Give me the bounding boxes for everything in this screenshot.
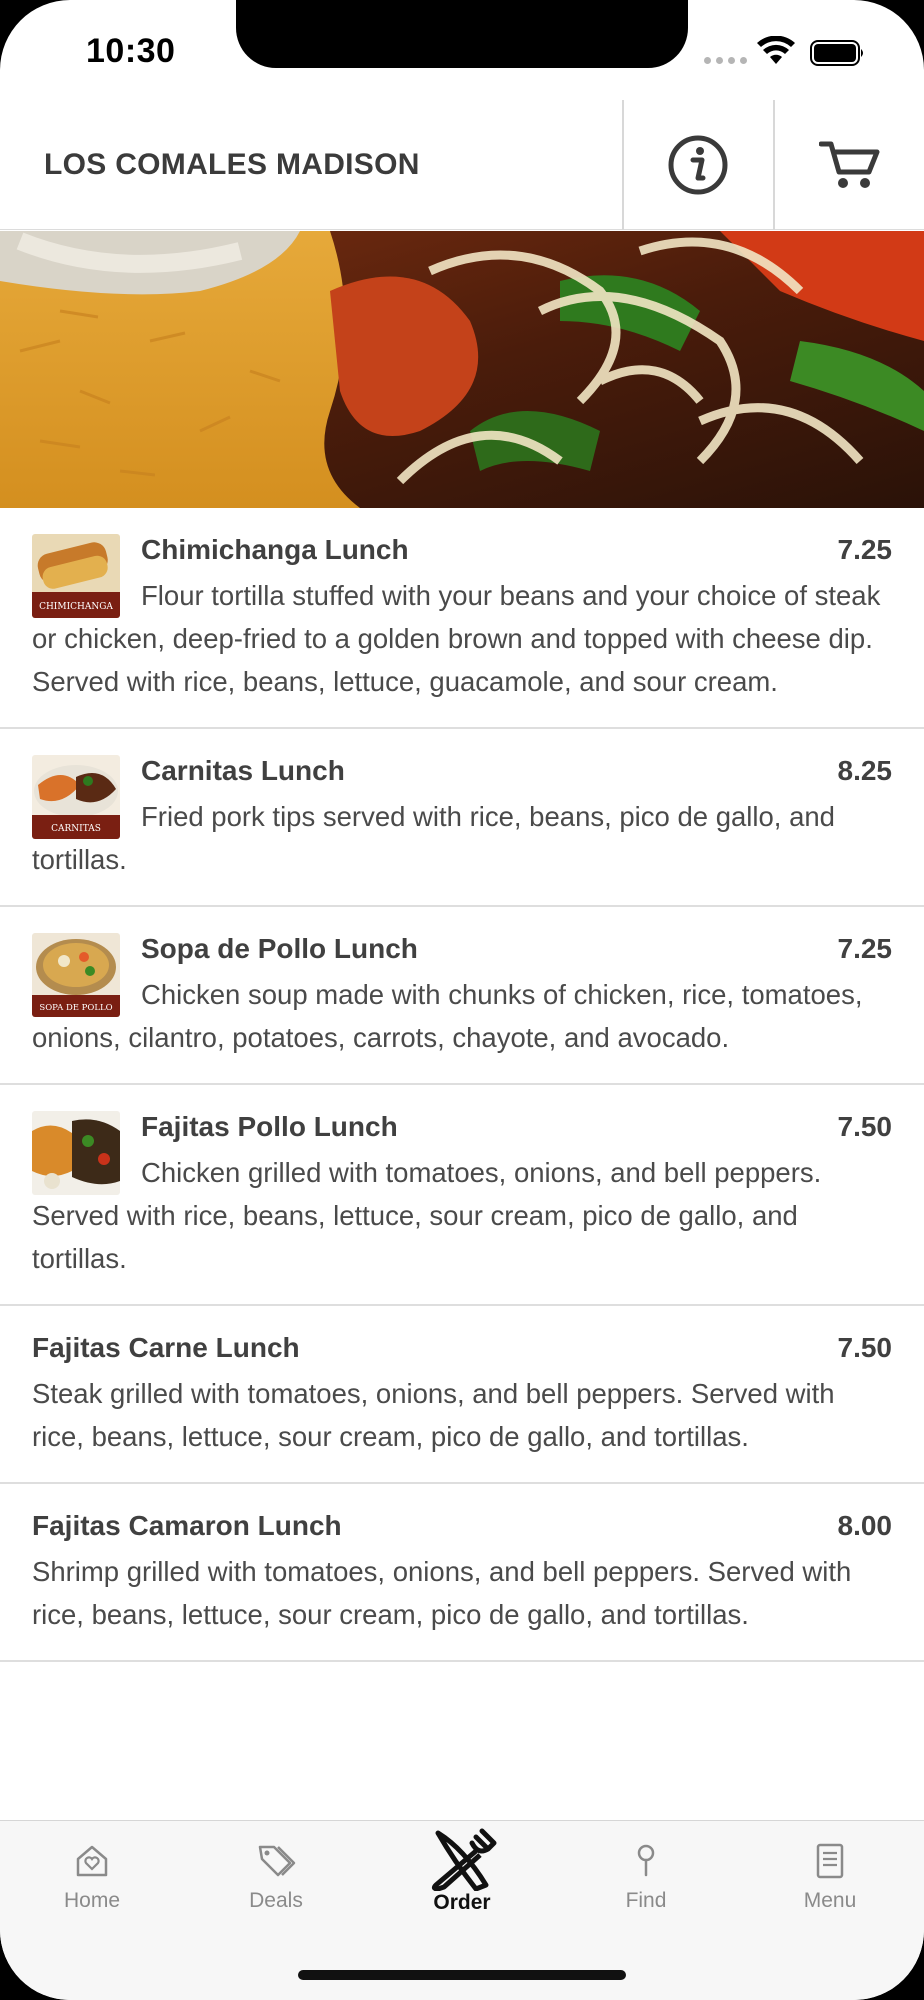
item-description: Flour tortilla stuffed with your beans a… <box>32 580 881 697</box>
app-header: LOS COMALES MADISON <box>0 100 924 230</box>
battery-icon <box>810 40 863 66</box>
tab-label: Menu <box>803 1889 857 1912</box>
item-price: 7.25 <box>837 933 893 964</box>
item-price: 7.50 <box>837 1111 893 1142</box>
item-description: Shrimp grilled with tomatoes, onions, an… <box>32 1556 852 1630</box>
tab-label: Home <box>63 1889 121 1912</box>
item-name: Fajitas Camaron Lunch <box>32 1510 342 1541</box>
thumbnail-label: CHIMICHANGA <box>39 602 113 612</box>
thumbnail-label: SOPA DE POLLO <box>39 1003 112 1013</box>
tab-home[interactable]: Home <box>22 1841 162 1951</box>
item-name: Sopa de Pollo Lunch <box>141 933 418 964</box>
phone-screen: 10:30 LOS COMALES MADISON CHIMICHANGA Ch… <box>0 0 924 2000</box>
food-thumbnail: CARNITAS <box>32 755 120 839</box>
food-thumbnail <box>32 1111 120 1195</box>
tab-find[interactable]: Find <box>576 1841 716 1951</box>
item-name: Fajitas Carne Lunch <box>32 1332 300 1363</box>
tab-label: Order <box>433 1891 491 1914</box>
cart-button[interactable] <box>775 100 924 230</box>
item-price: 8.25 <box>837 755 893 786</box>
location-pin-icon <box>637 1844 655 1877</box>
store-title: LOS COMALES MADISON <box>44 148 420 181</box>
cart-icon <box>819 141 880 188</box>
tab-order[interactable]: Order <box>392 1828 532 1951</box>
wifi-icon <box>757 36 795 64</box>
menu-item[interactable]: Fajitas Carne Lunch 7.50 Steak grilled w… <box>0 1306 924 1484</box>
thumbnail-label: CARNITAS <box>51 824 101 834</box>
tab-menu[interactable]: Menu <box>760 1841 900 1951</box>
item-name: Fajitas Pollo Lunch <box>141 1111 398 1142</box>
food-thumbnail: SOPA DE POLLO <box>32 933 120 1017</box>
item-description: Chicken soup made with chunks of chicken… <box>32 979 863 1053</box>
home-icon <box>76 1845 108 1877</box>
menu-item[interactable]: CHIMICHANGA Chimichanga Lunch 7.25 Flour… <box>0 508 924 729</box>
info-button[interactable] <box>623 100 773 230</box>
tab-label: Find <box>625 1889 667 1912</box>
tab-deals[interactable]: Deals <box>206 1841 346 1951</box>
book-icon <box>816 1843 844 1879</box>
tab-label: Deals <box>249 1889 303 1912</box>
signal-icon <box>704 57 747 64</box>
item-price: 7.25 <box>837 534 893 565</box>
status-bar: 10:30 <box>0 0 924 100</box>
menu-item[interactable]: SOPA DE POLLO Sopa de Pollo Lunch 7.25 C… <box>0 907 924 1085</box>
menu-list: CHIMICHANGA Chimichanga Lunch 7.25 Flour… <box>0 508 924 1820</box>
menu-item[interactable]: CARNITAS Carnitas Lunch 8.25 Fried pork … <box>0 729 924 907</box>
item-description: Chicken grilled with tomatoes, onions, a… <box>32 1157 822 1274</box>
home-indicator <box>298 1970 626 1980</box>
info-icon <box>668 135 728 195</box>
item-price: 7.50 <box>837 1332 893 1363</box>
hero-food-image <box>0 231 924 508</box>
fork-knife-icon <box>431 1828 497 1891</box>
menu-item[interactable]: Fajitas Pollo Lunch 7.50 Chicken grilled… <box>0 1085 924 1306</box>
item-name: Carnitas Lunch <box>141 755 345 786</box>
notch <box>236 0 688 68</box>
food-thumbnail: CHIMICHANGA <box>32 534 120 618</box>
menu-item[interactable]: Fajitas Camaron Lunch 8.00 Shrimp grille… <box>0 1484 924 1662</box>
item-name: Chimichanga Lunch <box>141 534 409 565</box>
item-price: 8.00 <box>837 1510 893 1541</box>
item-description: Steak grilled with tomatoes, onions, and… <box>32 1378 835 1452</box>
item-description: Fried pork tips served with rice, beans,… <box>32 801 835 875</box>
tag-icon <box>258 1845 296 1877</box>
status-time: 10:30 <box>86 32 176 70</box>
